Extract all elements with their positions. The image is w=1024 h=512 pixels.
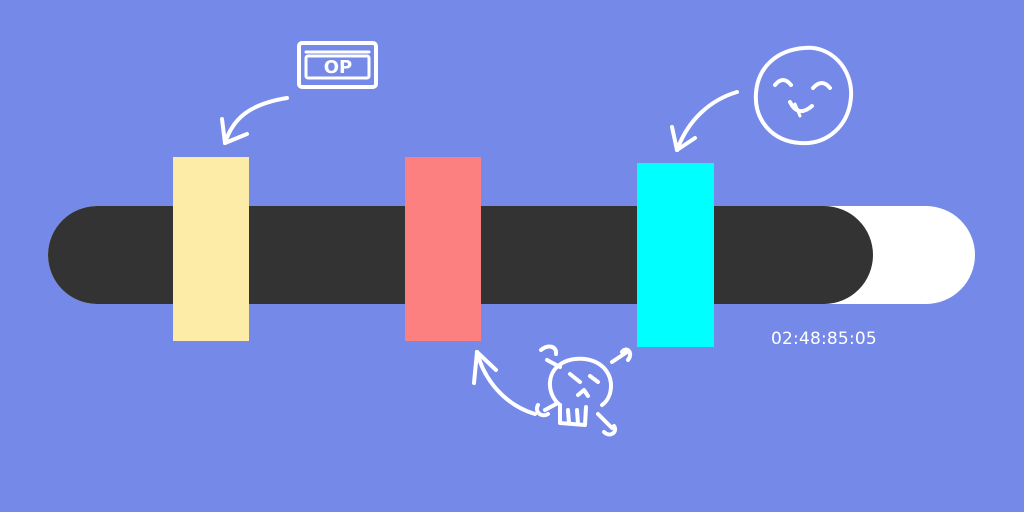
smile-marker[interactable] xyxy=(637,163,714,347)
skull-crossbones-icon xyxy=(535,344,633,437)
skull-marker[interactable] xyxy=(405,157,481,341)
arrow-to-smile-icon xyxy=(670,90,739,152)
arrow-to-op-icon xyxy=(220,96,289,145)
op-marker[interactable] xyxy=(173,157,249,341)
op-sign-icon: OP xyxy=(297,41,378,89)
smiley-face-icon xyxy=(753,45,854,146)
op-sign-text: OP xyxy=(324,57,353,78)
timeline-stage: 02:48:85:05 OP xyxy=(0,0,1024,512)
arrow-to-skull-icon xyxy=(472,350,537,416)
timestamp-label: 02:48:85:05 xyxy=(771,329,877,349)
